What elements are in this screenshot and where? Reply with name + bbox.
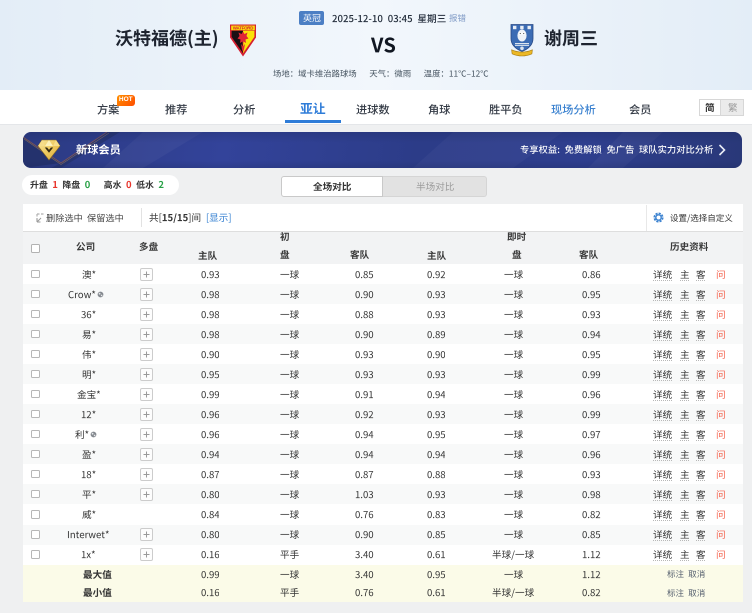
svg-text:WATFORD: WATFORD	[233, 26, 253, 31]
